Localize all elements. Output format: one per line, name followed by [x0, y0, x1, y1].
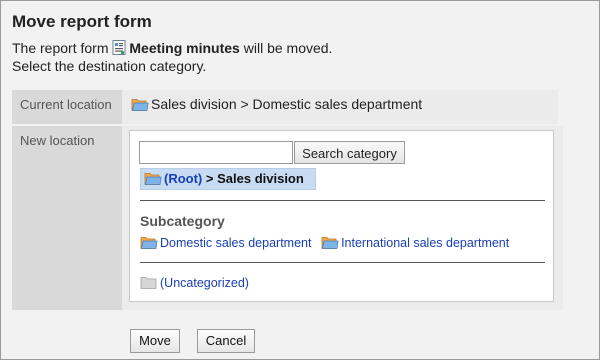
move-report-form-dialog: Move report form The report form Meeting… — [0, 0, 600, 360]
move-button[interactable]: Move — [130, 329, 180, 353]
current-location-path: Sales division > Domestic sales departme… — [151, 96, 423, 112]
current-location-label: Current location — [12, 90, 122, 124]
folder-icon — [131, 97, 149, 115]
page-title: Move report form — [12, 12, 152, 31]
description-line-1: The report form Meeting minutes will be … — [12, 39, 332, 57]
uncategorized-label: (Uncategorized) — [160, 276, 249, 290]
description-prefix: The report form — [12, 40, 109, 56]
new-location-label: New location — [12, 126, 122, 310]
root-category-link[interactable]: (Root) — [164, 171, 202, 186]
category-search-input[interactable] — [139, 141, 293, 164]
subcategory-label: Domestic sales department — [160, 236, 312, 250]
selected-category-name: Sales division — [217, 171, 304, 186]
search-category-button[interactable]: Search category — [294, 141, 405, 164]
path-separator: > — [205, 171, 214, 186]
description: The report form Meeting minutes will be … — [12, 39, 332, 75]
cancel-button[interactable]: Cancel — [197, 329, 255, 353]
current-location-value: Sales division > Domestic sales departme… — [122, 90, 558, 115]
report-form-name: Meeting minutes — [129, 40, 240, 56]
subcategory-label: International sales department — [341, 236, 510, 250]
folder-icon — [140, 235, 158, 253]
subcategory-list: Domestic sales department International … — [140, 235, 515, 253]
report-form-icon — [112, 40, 126, 55]
folder-icon — [321, 235, 339, 253]
subcategory-domestic-sales[interactable]: Domestic sales department — [140, 235, 311, 253]
divider — [140, 262, 545, 263]
gray-folder-icon — [140, 275, 158, 293]
subcategory-international-sales[interactable]: International sales department — [321, 235, 509, 253]
category-picker-panel: Search category (Root) > Sales division … — [129, 130, 554, 302]
uncategorized-link[interactable]: (Uncategorized) — [140, 275, 249, 293]
subcategory-heading: Subcategory — [140, 213, 225, 229]
description-suffix: will be moved. — [243, 40, 333, 56]
selected-category-path: (Root) > Sales division — [140, 168, 316, 190]
divider — [140, 200, 545, 201]
folder-icon — [144, 171, 162, 192]
current-location-row: Sales division > Domestic sales departme… — [122, 90, 558, 124]
description-line-2: Select the destination category. — [12, 58, 207, 74]
